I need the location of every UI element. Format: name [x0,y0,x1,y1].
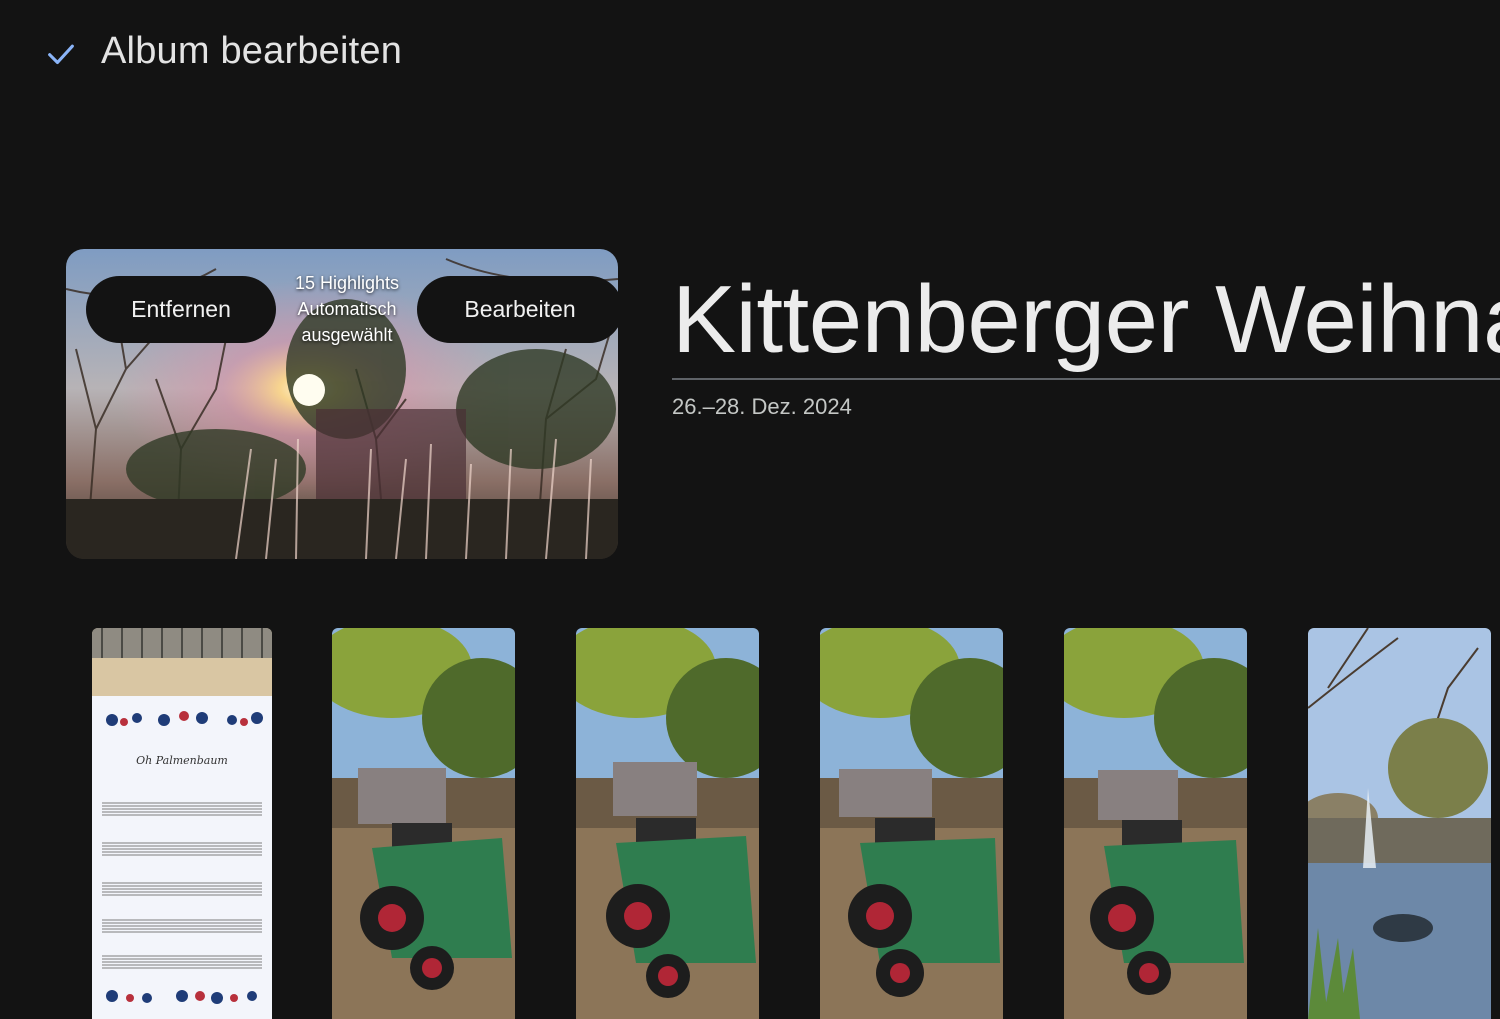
top-bar: Album bearbeiten [0,0,1500,110]
photo-thumbnail[interactable] [1308,628,1491,1019]
sheet-music-title: Oh Palmenbaum [136,754,228,767]
album-date: 26.–28. Dez. 2024 [672,394,852,419]
tractor-photo [820,628,1003,1019]
album-title[interactable]: Kittenberger Weihnachten [672,262,1500,378]
highlights-mode: Automatisch [297,299,397,319]
tractor-photo [332,628,515,1019]
tractor-photo [576,628,759,1019]
highlights-mode-suffix: ausgewählt [301,325,393,345]
remove-cover-button[interactable]: Entfernen [86,276,276,343]
album-title-field[interactable]: Kittenberger Weihnachten [672,262,1500,380]
photo-thumbnail[interactable] [820,628,1003,1019]
photo-thumbnail[interactable] [1064,628,1247,1019]
highlights-info: 15 Highlights Automatisch ausgewählt [280,270,414,348]
photo-thumbnail[interactable]: Oh Palmenbaum [92,628,272,1019]
photo-thumbnail[interactable] [576,628,759,1019]
highlights-count: 15 Highlights [294,273,400,293]
edit-cover-button[interactable]: Bearbeiten [417,276,618,343]
sheet-music-photo: Oh Palmenbaum [92,628,272,1019]
done-button[interactable] [36,32,86,76]
fountain-photo [1308,628,1491,1019]
check-icon [48,44,74,65]
photo-thumbnail[interactable] [332,628,515,1019]
page-title: Album bearbeiten [101,30,403,72]
tractor-photo [1064,628,1247,1019]
cover-card: Entfernen 15 Highlights Automatisch ausg… [66,249,618,559]
